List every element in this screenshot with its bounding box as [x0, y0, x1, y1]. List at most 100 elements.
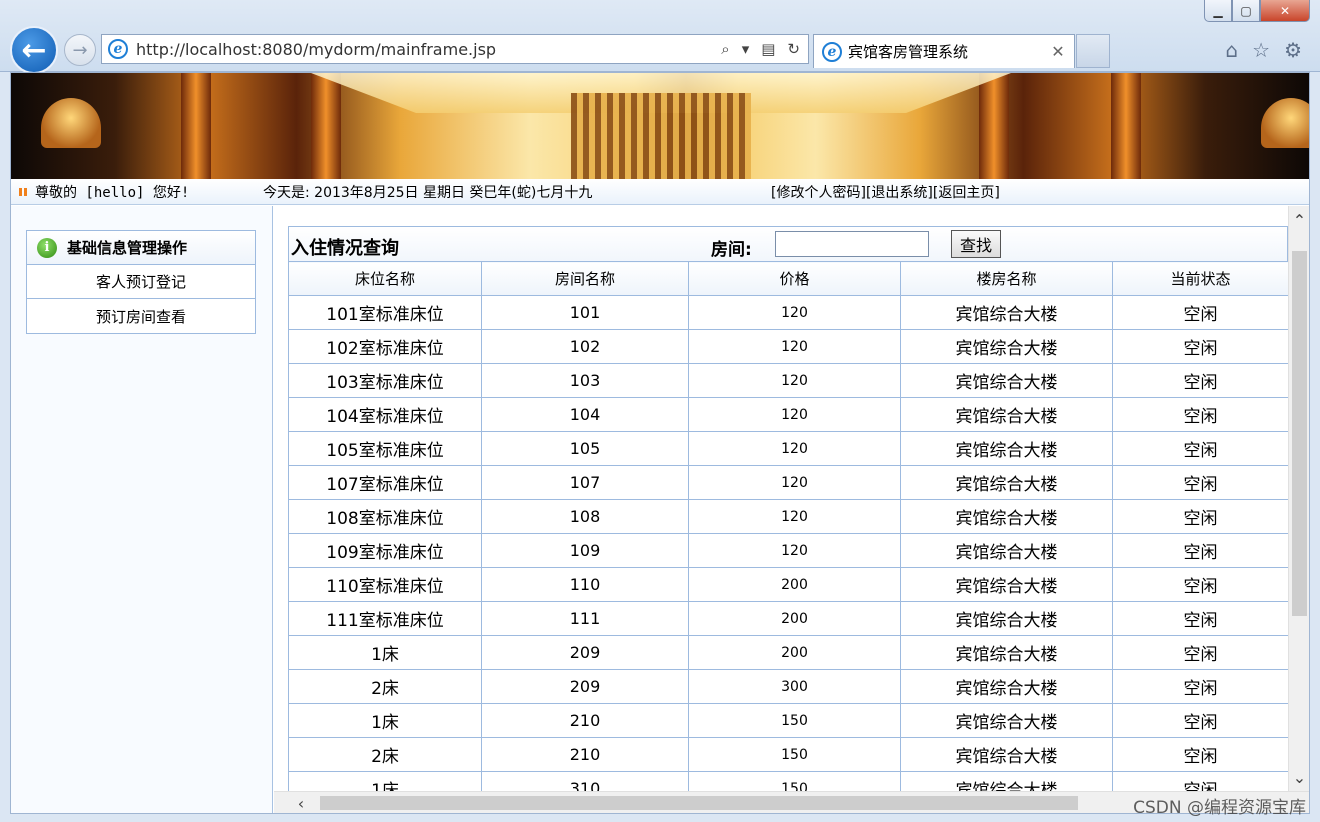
scroll-left-icon[interactable]: ‹ [290, 792, 312, 814]
bullet-icon [19, 187, 27, 196]
table-row[interactable]: 1床 210 150 宾馆综合大楼 空闲 [288, 703, 1288, 738]
address-url[interactable]: http://localhost:8080/mydorm/mainframe.j… [136, 40, 721, 59]
table-row[interactable]: 102室标准床位 102 120 宾馆综合大楼 空闲 [288, 329, 1288, 364]
tab-close-icon[interactable]: ✕ [1048, 42, 1068, 61]
cell-price: 120 [688, 295, 901, 330]
scroll-down-icon[interactable]: ⌄ [1289, 767, 1310, 787]
cell-room-name: 101 [481, 295, 689, 330]
cell-room-name: 111 [481, 601, 689, 636]
cell-price: 120 [688, 465, 901, 500]
cell-status: 空闲 [1112, 329, 1288, 364]
cell-room-name: 109 [481, 533, 689, 568]
cell-bed-name: 103室标准床位 [288, 363, 482, 398]
maximize-button[interactable]: ▢ [1232, 0, 1260, 22]
cell-bed-name: 109室标准床位 [288, 533, 482, 568]
address-bar[interactable]: e http://localhost:8080/mydorm/mainframe… [101, 34, 809, 64]
cell-price: 150 [688, 703, 901, 738]
table-row[interactable]: 110室标准床位 110 200 宾馆综合大楼 空闲 [288, 567, 1288, 602]
home-icon[interactable]: ⌂ [1225, 38, 1238, 62]
chevron-down-icon[interactable]: ▾ [742, 40, 750, 58]
table-row[interactable]: 2床 210 150 宾馆综合大楼 空闲 [288, 737, 1288, 772]
cell-bed-name: 107室标准床位 [288, 465, 482, 500]
cell-status: 空闲 [1112, 397, 1288, 432]
back-button[interactable]: ← [10, 26, 58, 74]
window-controls: ▁ ▢ ✕ [1204, 0, 1310, 22]
cell-price: 300 [688, 669, 901, 704]
table-row[interactable]: 1床 209 200 宾馆综合大楼 空闲 [288, 635, 1288, 670]
table-row[interactable]: 101室标准床位 101 120 宾馆综合大楼 空闲 [288, 295, 1288, 330]
table-row[interactable]: 2床 209 300 宾馆综合大楼 空闲 [288, 669, 1288, 704]
cell-building: 宾馆综合大楼 [900, 431, 1113, 466]
sidebar-menu-header: i 基础信息管理操作 [27, 231, 255, 265]
sidebar-item-guest-booking[interactable]: 客人预订登记 [27, 265, 255, 299]
table-row[interactable]: 105室标准床位 105 120 宾馆综合大楼 空闲 [288, 431, 1288, 466]
cell-building: 宾馆综合大楼 [900, 363, 1113, 398]
arrow-right-icon: → [72, 39, 88, 61]
sidebar-item-view-bookings[interactable]: 预订房间查看 [27, 299, 255, 333]
vertical-scrollbar[interactable]: ⌃ ⌄ [1288, 206, 1309, 791]
table-row[interactable]: 103室标准床位 103 120 宾馆综合大楼 空闲 [288, 363, 1288, 398]
lamp-icon [1261, 98, 1309, 148]
cell-building: 宾馆综合大楼 [900, 499, 1113, 534]
column-header-price: 价格 [688, 261, 901, 296]
search-icon[interactable]: ⌕ [721, 40, 729, 58]
table-row[interactable]: 107室标准床位 107 120 宾馆综合大楼 空闲 [288, 465, 1288, 500]
table-row[interactable]: 109室标准床位 109 120 宾馆综合大楼 空闲 [288, 533, 1288, 568]
logout-link[interactable]: [退出系统] [866, 182, 933, 202]
star-icon[interactable]: ☆ [1252, 38, 1270, 62]
cell-bed-name: 108室标准床位 [288, 499, 482, 534]
hotel-banner-image [11, 73, 1309, 179]
table-row[interactable]: 111室标准床位 111 200 宾馆综合大楼 空闲 [288, 601, 1288, 636]
table-row[interactable]: 108室标准床位 108 120 宾馆综合大楼 空闲 [288, 499, 1288, 534]
cell-status: 空闲 [1112, 499, 1288, 534]
cell-price: 120 [688, 397, 901, 432]
cell-building: 宾馆综合大楼 [900, 567, 1113, 602]
cell-price: 150 [688, 771, 901, 791]
scroll-up-icon[interactable]: ⌃ [1289, 210, 1310, 230]
cell-bed-name: 1床 [288, 703, 482, 738]
watermark: CSDN @编程资源宝库 [1133, 798, 1306, 818]
cell-price: 200 [688, 601, 901, 636]
new-tab-button[interactable] [1076, 34, 1110, 68]
minimize-button[interactable]: ▁ [1204, 0, 1232, 22]
cell-building: 宾馆综合大楼 [900, 601, 1113, 636]
main-content: 入住情况查询 房间: 查找 床位名称 房间名称 价格 楼房名称 当前状态 101… [274, 206, 1288, 791]
cell-building: 宾馆综合大楼 [900, 771, 1113, 791]
search-button[interactable]: 查找 [951, 230, 1001, 258]
cell-status: 空闲 [1112, 465, 1288, 500]
vertical-scroll-thumb[interactable] [1292, 251, 1307, 616]
close-window-button[interactable]: ✕ [1260, 0, 1310, 22]
tab-active[interactable]: e 宾馆客房管理系统 ✕ [813, 34, 1075, 68]
return-home-link[interactable]: [返回主页] [933, 182, 1000, 202]
table-body: 101室标准床位 101 120 宾馆综合大楼 空闲 102室标准床位 102 120 宾馆综合… [288, 295, 1288, 791]
cell-building: 宾馆综合大楼 [900, 465, 1113, 500]
tab-title: 宾馆客房管理系统 [848, 43, 969, 61]
table-row[interactable]: 104室标准床位 104 120 宾馆综合大楼 空闲 [288, 397, 1288, 432]
ie-page-icon: e [108, 39, 128, 59]
cell-status: 空闲 [1112, 295, 1288, 330]
cell-bed-name: 104室标准床位 [288, 397, 482, 432]
forward-button[interactable]: → [64, 34, 96, 66]
cell-building: 宾馆综合大楼 [900, 329, 1113, 364]
browser-chrome: ▁ ▢ ✕ ← → e http://localhost:8080/mydorm… [0, 0, 1320, 74]
page-title: 入住情况查询 [291, 238, 399, 259]
cell-status: 空闲 [1112, 771, 1288, 791]
gear-icon[interactable]: ⚙ [1284, 38, 1302, 62]
compatibility-view-icon[interactable]: ▤ [761, 40, 775, 58]
occupancy-table: 床位名称 房间名称 价格 楼房名称 当前状态 101室标准床位 101 120 宾馆综… [288, 261, 1288, 791]
cell-bed-name: 101室标准床位 [288, 295, 482, 330]
refresh-icon[interactable]: ↻ [787, 40, 800, 58]
left-sidebar: i 基础信息管理操作 客人预订登记 预订房间查看 [11, 206, 273, 813]
table-row[interactable]: 1床 310 150 宾馆综合大楼 空闲 [288, 771, 1288, 791]
change-password-link[interactable]: [修改个人密码] [771, 182, 866, 202]
cell-building: 宾馆综合大楼 [900, 703, 1113, 738]
cell-status: 空闲 [1112, 635, 1288, 670]
cell-room-name: 107 [481, 465, 689, 500]
cell-room-name: 108 [481, 499, 689, 534]
horizontal-scroll-thumb[interactable] [320, 796, 1078, 810]
room-input[interactable] [775, 231, 929, 257]
today-date: 今天是: 2013年8月25日 星期日 癸巳年(蛇)七月十九 [263, 184, 593, 201]
cell-status: 空闲 [1112, 601, 1288, 636]
cell-room-name: 102 [481, 329, 689, 364]
cell-building: 宾馆综合大楼 [900, 397, 1113, 432]
